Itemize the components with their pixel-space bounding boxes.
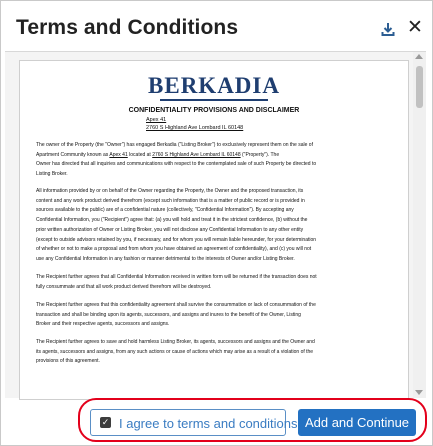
document-heading: CONFIDENTIALITY PROVISIONS AND DISCLAIME… [128, 107, 300, 114]
property-name-inline: Apex 41 [109, 151, 128, 158]
add-and-continue-button[interactable]: Add and Continue [298, 409, 416, 436]
text-line: Owner has directed that all inquiries an… [36, 161, 317, 168]
property-address-inline: 2760 S Highland Ave Lombard IL 60148 [152, 151, 241, 158]
text-line: All information provided by or on behalf… [36, 188, 304, 194]
text-line: content and any work product derived the… [36, 197, 305, 204]
text-line: transaction and shall be binding upon it… [36, 311, 301, 318]
text-segment: ("Property"). The [242, 151, 280, 158]
text-line: of whether or not to make a proposal and… [36, 246, 312, 253]
download-icon[interactable] [380, 21, 396, 37]
agree-label[interactable]: I agree to terms and conditions [119, 416, 298, 431]
text-line: sources available to the public) are of … [36, 207, 294, 214]
paragraph-survive: The Recipient further agrees that this c… [36, 301, 396, 330]
close-icon[interactable]: ✕ [407, 18, 423, 38]
document-scrollbar[interactable] [413, 52, 426, 398]
text-line: Confidential Information, you ("Recipien… [36, 217, 308, 224]
paragraph-harmless: The Recipient further agrees to save and… [36, 338, 396, 367]
text-segment: Apartment Community known as [36, 151, 109, 158]
text-line: Apartment Community known as Apex 41 loc… [36, 151, 396, 161]
text-line: Listing Broker. [36, 171, 68, 178]
text-line: provisions of this agreement. [36, 358, 100, 365]
document-page: BERKADIA CONFIDENTIALITY PROVISIONS AND … [19, 60, 409, 400]
paragraph-return: The Recipient further agrees that all Co… [36, 273, 396, 292]
property-name: Apex 41 [146, 117, 167, 123]
property-address: 2760 S Highland Ave Lombard IL 60148 [146, 125, 244, 131]
text-line: use any Confidential Information in any … [36, 255, 295, 262]
text-line: fully consummate and that all work produ… [36, 283, 212, 290]
text-line: The Recipient further agrees that this c… [36, 302, 316, 308]
text-line: The owner of the Property (the "Owner") … [36, 142, 313, 148]
paragraph-confidential: All information provided by or on behalf… [36, 187, 396, 265]
berkadia-logo: BERKADIA [148, 73, 280, 98]
scroll-down-icon[interactable] [415, 390, 423, 395]
paragraph-owner: The owner of the Property (the "Owner") … [36, 141, 396, 180]
text-segment: located at [129, 151, 151, 158]
text-line: The Recipient further agrees to save and… [36, 339, 315, 345]
agree-checkbox[interactable]: ✓ I agree to terms and conditions [90, 409, 298, 436]
dialog-header: Terms and Conditions ✕ [1, 1, 432, 51]
text-line: its agents, successors and assigns, from… [36, 348, 314, 355]
text-line: The Recipient further agrees that all Co… [36, 274, 317, 280]
scroll-up-icon[interactable] [415, 54, 423, 59]
logo-underline [160, 99, 268, 101]
dialog-title: Terms and Conditions [16, 16, 239, 39]
document-viewer[interactable]: BERKADIA CONFIDENTIALITY PROVISIONS AND … [5, 51, 426, 400]
terms-dialog: Terms and Conditions ✕ BERKADIA CONFIDEN… [0, 0, 433, 446]
checkbox-checked-icon[interactable]: ✓ [100, 417, 111, 428]
scrollbar-thumb[interactable] [416, 66, 423, 108]
text-line: (except to outside advisors retained by … [36, 236, 317, 243]
text-line: prior written authorization of Owner or … [36, 226, 304, 233]
text-line: Broker and their respective agents, succ… [36, 321, 170, 328]
